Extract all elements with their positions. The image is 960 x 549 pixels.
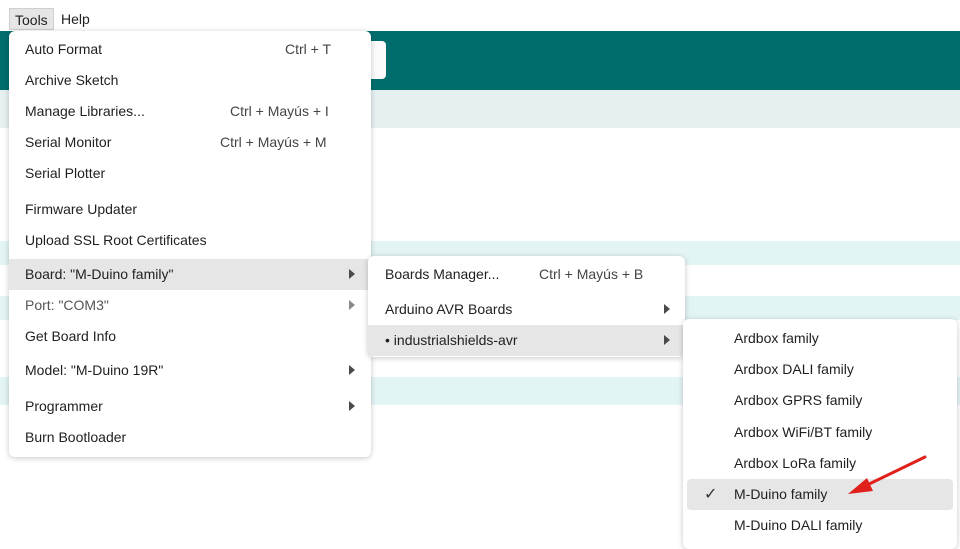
menu-item-ardbox-gprs-family[interactable]: Ardbox GPRS family [683,385,957,416]
menu-item-boards-manager[interactable]: Boards Manager... Ctrl + Mayús + B [368,259,685,290]
menubar: Tools Help [0,0,960,30]
menu-item-label: Port: "COM3" [25,297,109,313]
menu-item-programmer[interactable]: Programmer [9,391,371,422]
chevron-right-icon [664,304,670,314]
menu-item-label: Burn Bootloader [25,429,127,445]
menu-item-shortcut: Ctrl + Mayús + I [230,103,329,119]
menu-item-label: Upload SSL Root Certificates [25,232,207,248]
menu-item-auto-format[interactable]: Auto Format Ctrl + T [9,34,371,65]
menu-item-label: Programmer [25,398,103,414]
menu-item-industrialshields-avr[interactable]: • industrialshields-avr [368,325,685,356]
menu-item-label: Archive Sketch [25,72,119,88]
menu-item-upload-ssl-root-certificates[interactable]: Upload SSL Root Certificates [9,225,371,256]
menu-item-port[interactable]: Port: "COM3" [9,290,371,321]
menu-help[interactable]: Help [56,8,95,30]
menu-item-get-board-info[interactable]: Get Board Info [9,321,371,352]
chevron-right-icon [349,365,355,375]
chevron-right-icon [664,335,670,345]
tools-menu: Auto Format Ctrl + T Archive Sketch Mana… [9,31,371,457]
menu-item-ardbox-wifi-bt-family[interactable]: Ardbox WiFi/BT family [683,417,957,448]
menu-item-label: Ardbox DALI family [734,361,854,377]
menu-item-shortcut: Ctrl + Mayús + M [220,134,327,150]
menu-item-label: Get Board Info [25,328,117,344]
menu-item-serial-monitor[interactable]: Serial Monitor Ctrl + Mayús + M [9,127,371,158]
menu-item-firmware-updater[interactable]: Firmware Updater [9,194,371,225]
menu-item-board[interactable]: Board: "M-Duino family" [9,259,371,290]
menu-item-archive-sketch[interactable]: Archive Sketch [9,65,371,96]
menu-item-label: Auto Format [25,41,103,57]
chevron-right-icon [349,300,355,310]
menu-item-arduino-avr-boards[interactable]: Arduino AVR Boards [368,294,685,325]
family-submenu: Ardbox family Ardbox DALI family Ardbox … [683,319,957,549]
menu-item-ardbox-dali-family[interactable]: Ardbox DALI family [683,354,957,385]
menu-item-label: Firmware Updater [25,201,138,217]
menu-item-ardbox-lora-family[interactable]: Ardbox LoRa family [683,448,957,479]
menu-item-label: Serial Monitor [25,134,112,150]
checkmark-icon: ✓ [704,486,718,503]
menu-item-label: Serial Plotter [25,165,106,181]
menu-item-label: Arduino AVR Boards [385,301,513,317]
menu-item-burn-bootloader[interactable]: Burn Bootloader [9,422,371,453]
board-submenu: Boards Manager... Ctrl + Mayús + B Ardui… [368,256,685,357]
menu-item-label: Ardbox LoRa family [734,455,857,471]
menu-item-label: Manage Libraries... [25,103,145,119]
chevron-right-icon [349,269,355,279]
menu-item-manage-libraries[interactable]: Manage Libraries... Ctrl + Mayús + I [9,96,371,127]
menu-item-label: Ardbox GPRS family [734,392,863,408]
menu-item-ardbox-family[interactable]: Ardbox family [683,323,957,354]
menu-item-label: M-Duino DALI family [734,517,863,533]
menu-item-label: Ardbox WiFi/BT family [734,424,873,440]
menu-item-label: M-Duino family [734,486,828,502]
chevron-right-icon [349,401,355,411]
menu-item-model[interactable]: Model: "M-Duino 19R" [9,355,371,386]
menu-item-serial-plotter[interactable]: Serial Plotter [9,158,371,189]
menu-item-shortcut: Ctrl + Mayús + B [539,266,644,282]
menu-item-m-duino-dali-family[interactable]: M-Duino DALI family [683,510,957,541]
menu-item-label: Model: "M-Duino 19R" [25,362,164,378]
menu-item-label: Boards Manager... [385,266,500,282]
menu-item-m-duino-family[interactable]: ✓ M-Duino family [687,479,953,510]
menu-item-shortcut: Ctrl + T [285,41,332,57]
menu-tools[interactable]: Tools [9,8,54,30]
menu-item-label: Board: "M-Duino family" [25,266,174,282]
menu-item-label: • industrialshields-avr [385,332,518,348]
menu-item-label: Ardbox family [734,330,819,346]
